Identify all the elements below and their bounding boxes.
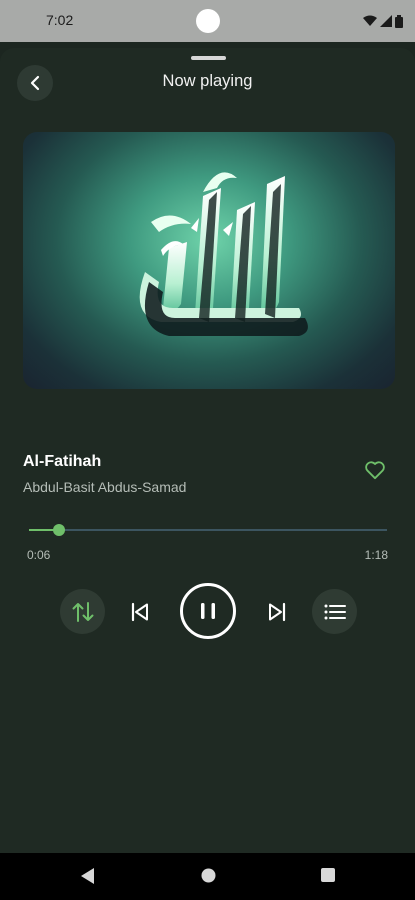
favorite-button[interactable] <box>361 456 389 484</box>
shuffle-button[interactable] <box>60 589 105 634</box>
playlist-icon <box>324 604 346 619</box>
pause-button[interactable] <box>180 583 236 639</box>
skip-previous-icon <box>131 602 148 622</box>
pause-icon <box>201 603 215 619</box>
time-elapsed: 0:06 <box>27 548 51 562</box>
camera-cutout <box>196 9 220 33</box>
status-time: 7:02 <box>46 12 74 28</box>
time-total: 1:18 <box>364 548 388 562</box>
nav-recents-icon[interactable] <box>320 867 336 883</box>
swap-vertical-icon <box>72 601 93 622</box>
battery-icon <box>395 14 403 28</box>
drag-handle[interactable] <box>191 56 226 60</box>
previous-button[interactable] <box>124 596 156 628</box>
skip-next-icon <box>269 602 286 622</box>
calligraphy-artwork <box>139 172 308 336</box>
next-button[interactable] <box>261 596 293 628</box>
progress-track[interactable] <box>29 524 387 536</box>
wifi-icon <box>363 15 377 26</box>
system-nav-bar <box>0 853 415 900</box>
status-icons <box>363 13 403 29</box>
queue-button[interactable] <box>312 589 357 634</box>
page-title: Now playing <box>162 72 253 90</box>
status-bar: 7:02 <box>0 0 415 42</box>
nav-back-icon[interactable] <box>80 867 96 885</box>
track-title: Al-Fatihah <box>23 453 102 470</box>
heart-outline-icon <box>365 461 385 480</box>
signal-icon <box>380 15 392 27</box>
nav-home-icon[interactable] <box>200 867 217 884</box>
album-artwork <box>23 132 395 389</box>
track-artist: Abdul-Basit Abdus-Samad <box>23 479 187 495</box>
